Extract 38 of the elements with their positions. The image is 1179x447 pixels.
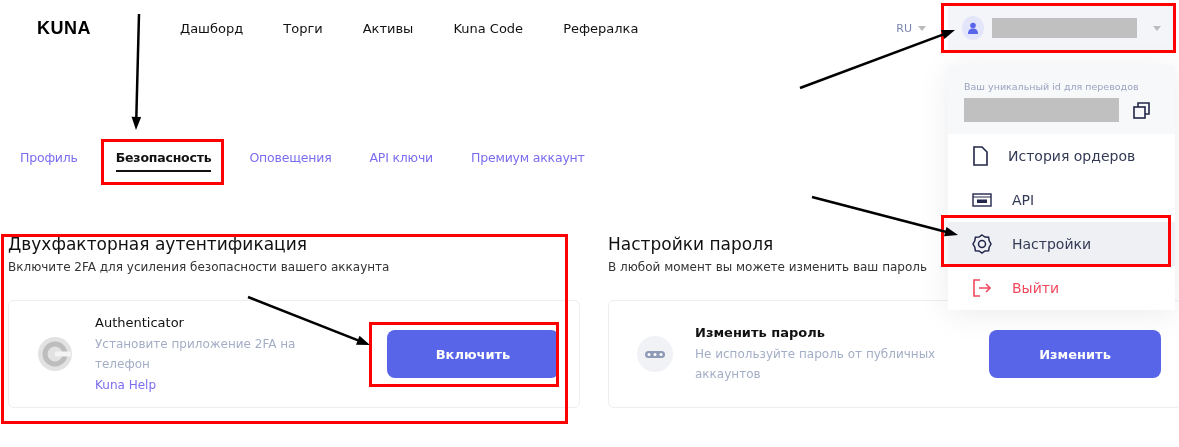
nav-link[interactable]: Дашборд [180, 20, 244, 36]
section-subtitle: Включите 2FA для усиления безопасности вашего аккаунта [8, 260, 390, 274]
section-title: Настройки пароля [608, 234, 774, 254]
action-button[interactable]: Включить [387, 330, 559, 378]
id-label: Ваш уникальный id для переводов [964, 81, 1140, 92]
password-icon [637, 336, 673, 372]
menu-item[interactable]: Выйти [948, 266, 1175, 310]
authenticator-icon [37, 336, 73, 372]
nav-link[interactable]: Рефералка [563, 20, 639, 36]
settings-icon [972, 234, 992, 254]
tab[interactable]: Оповещения [249, 150, 332, 172]
tab[interactable]: API ключи [369, 150, 433, 172]
caret-icon [1153, 25, 1161, 31]
tab[interactable]: Премиум аккаунт [471, 150, 585, 172]
copy-icon[interactable] [1133, 101, 1150, 119]
document-icon [972, 146, 988, 166]
menu-item[interactable]: История ордеров [948, 134, 1175, 178]
caret-icon [918, 25, 926, 31]
section-title: Двухфакторная аутентификация [8, 234, 307, 254]
logo[interactable]: KUNA [37, 17, 180, 39]
nav-link[interactable]: Торги [283, 20, 323, 36]
help-link[interactable]: Kuna Help [95, 378, 156, 392]
tab[interactable]: Безопасность [115, 150, 212, 172]
menu-item[interactable]: Настройки [948, 222, 1175, 266]
nav-link[interactable]: Kuna Code [453, 20, 524, 36]
logout-icon [972, 278, 992, 298]
nav-link[interactable]: Активы [362, 20, 414, 36]
language-selector[interactable]: RU [896, 21, 912, 35]
card-description: Установите приложение 2FA на телефон [95, 336, 297, 373]
card-title: Изменить пароль [695, 324, 826, 340]
menu-item[interactable]: API [948, 178, 1175, 222]
avatar-icon [962, 16, 984, 40]
card-title: Authenticator [95, 315, 185, 330]
section-subtitle: В любой момент вы можете изменить ваш пароль [608, 260, 928, 274]
api-icon [972, 193, 992, 207]
tab[interactable]: Профиль [20, 150, 78, 172]
card-description: Не используйте пароль от публичных аккаунтов [695, 345, 937, 383]
action-button[interactable]: Изменить [989, 330, 1161, 378]
